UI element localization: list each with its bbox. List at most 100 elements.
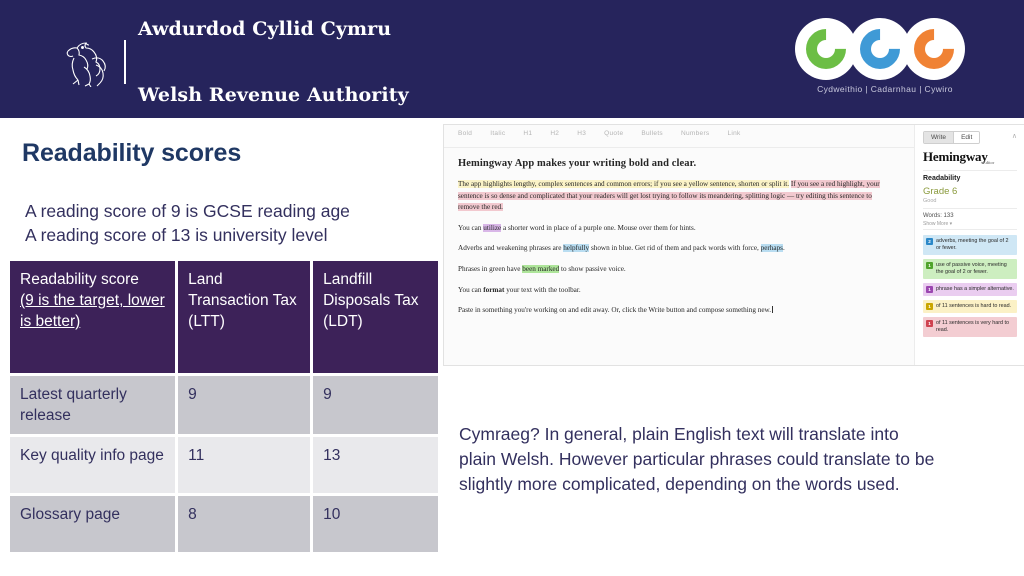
- hemingway-brand-subtitle: Editor: [983, 160, 995, 165]
- toolbar-italic-button[interactable]: Italic: [490, 130, 505, 137]
- stat-text: of 11 sentences is very hard to read.: [936, 320, 1010, 333]
- write-edit-toggle[interactable]: Write Edit: [923, 131, 981, 144]
- stat-count-badge: 1: [926, 303, 933, 310]
- p2-after-text: a shorter word in place of a purple one.…: [501, 223, 696, 232]
- row-value-ltt: 11: [178, 437, 311, 493]
- toolbar-h3-button[interactable]: H3: [577, 130, 586, 137]
- stat-text: adverbs, meeting the goal of 2 or fewer.: [936, 238, 1009, 251]
- p2-before-text: You can: [458, 223, 484, 232]
- hemingway-app-screenshot: Bold Italic H1 H2 H3 Quote Bullets Numbe…: [444, 125, 1024, 365]
- wra-wordmark: Awdurdod Cyllid Cymru Welsh Revenue Auth…: [138, 0, 409, 150]
- readability-scores-table: Readability score (9 is the target, lowe…: [7, 258, 441, 555]
- column-header-readability-score: Readability score (9 is the target, lowe…: [10, 261, 176, 373]
- row-value-ltt: 9: [178, 376, 311, 434]
- cymraeg-note-line-3: slightly more complicated, depending on …: [459, 474, 900, 494]
- toolbar-h2-button[interactable]: H2: [550, 130, 559, 137]
- p3-after-text: .: [782, 244, 785, 253]
- p3-mid-text: shown in blue. Get rid of them and pack …: [589, 244, 761, 253]
- highlight-purple-word: utilize: [483, 223, 502, 232]
- sidebar-divider: [923, 229, 1017, 230]
- wra-title-english: Welsh Revenue Authority: [138, 84, 409, 106]
- p6-text: Paste in something you're working on and…: [458, 306, 772, 315]
- stat-card-simpler-alternative: 1 phrase has a simpler alternative.: [923, 283, 1017, 296]
- bold-word-format: format: [483, 285, 505, 294]
- show-more-link[interactable]: Show More ▾: [923, 221, 952, 227]
- document-paragraph-3: Adverbs and weakening phrases are helpfu…: [458, 243, 888, 255]
- ccc-circle-blue: [849, 18, 911, 80]
- ccc-tagline: Cydweithio | Cadarnhau | Cywiro: [817, 84, 953, 94]
- intro-line-2: A reading score of 13 is university leve…: [25, 225, 328, 245]
- stat-text: phrase has a simpler alternative.: [936, 286, 1014, 292]
- toolbar-bold-button[interactable]: Bold: [458, 130, 472, 137]
- stat-card-hard-to-read: 1 of 11 sentences is hard to read.: [923, 300, 1017, 313]
- hemingway-editor-pane: Bold Italic H1 H2 H3 Quote Bullets Numbe…: [444, 125, 914, 365]
- readability-grade-value: Grade 6: [923, 186, 958, 197]
- cymraeg-note-line-2: plain Welsh. However particular phrases …: [459, 449, 935, 469]
- sidebar-divider: [923, 208, 1017, 209]
- sidebar-divider: [923, 170, 1017, 171]
- header-label-note: (9 is the target, lower is better): [20, 292, 165, 330]
- toolbar-numbers-button[interactable]: Numbers: [681, 130, 709, 137]
- stat-count-badge: 1: [926, 320, 933, 327]
- hemingway-brand-title: Hemingway: [923, 149, 988, 164]
- hemingway-toolbar: Bold Italic H1 H2 H3 Quote Bullets Numbe…: [458, 130, 898, 137]
- column-header-ldt: Landfill Disposals Tax (LDT): [313, 261, 438, 373]
- stat-text: of 11 sentences is hard to read.: [936, 303, 1012, 309]
- hemingway-stats-list: 2 adverbs, meeting the goal of 2 or fewe…: [923, 235, 1017, 341]
- hemingway-document-body[interactable]: Hemingway App makes your writing bold an…: [458, 158, 888, 326]
- stat-count-badge: 2: [926, 238, 933, 245]
- toolbar-h1-button[interactable]: H1: [523, 130, 532, 137]
- table-row: Latest quarterly release 9 9: [10, 376, 438, 434]
- row-value-ldt: 9: [313, 376, 438, 434]
- stat-card-passive-voice: 1 use of passive voice, meeting the goal…: [923, 259, 1017, 279]
- toolbar-bullets-button[interactable]: Bullets: [641, 130, 663, 137]
- page-title: Readability scores: [22, 139, 242, 167]
- welsh-dragon-icon: [66, 42, 106, 87]
- p4-before-text: Phrases in green have: [458, 264, 523, 273]
- edit-mode-button[interactable]: Edit: [953, 132, 980, 143]
- text-caret: [772, 306, 774, 314]
- ccc-circle-green: [795, 18, 857, 80]
- header-band: Awdurdod Cyllid Cymru Welsh Revenue Auth…: [0, 0, 1024, 118]
- ccc-circle-orange: [903, 18, 965, 80]
- p3-before-text: Adverbs and weakening phrases are: [458, 244, 564, 253]
- document-paragraph-1: The app highlights lengthy, complex sent…: [458, 179, 888, 214]
- stat-card-very-hard-to-read: 1 of 11 sentences is very hard to read.: [923, 317, 1017, 337]
- stat-count-badge: 1: [926, 286, 933, 293]
- cymraeg-note: Cymraeg? In general, plain English text …: [459, 422, 1015, 497]
- document-heading: Hemingway App makes your writing bold an…: [458, 158, 697, 169]
- row-value-ldt: 13: [313, 437, 438, 493]
- highlight-blue-adverb-2: perhaps: [760, 244, 783, 253]
- ccc-c-green-icon: [797, 20, 855, 78]
- table-header-row: Readability score (9 is the target, lowe…: [10, 261, 438, 373]
- toolbar-divider: [444, 147, 914, 148]
- p5-after-text: your text with the toolbar.: [504, 285, 581, 294]
- ccc-c-orange-icon: [905, 20, 963, 78]
- row-label: Glossary page: [10, 496, 176, 552]
- readability-grade-note: Good: [923, 198, 937, 204]
- document-paragraph-4: Phrases in green have been marked to sho…: [458, 264, 888, 276]
- stat-count-badge: 1: [926, 262, 933, 269]
- word-count: Words: 133: [923, 213, 954, 219]
- row-value-ltt: 8: [178, 496, 311, 552]
- row-value-ldt: 10: [313, 496, 438, 552]
- hemingway-sidebar: Write Edit ∧ Hemingway Editor Readabilit…: [914, 125, 1024, 365]
- table-row: Key quality info page 11 13: [10, 437, 438, 493]
- stat-card-adverbs: 2 adverbs, meeting the goal of 2 or fewe…: [923, 235, 1017, 255]
- stat-text: use of passive voice, meeting the goal o…: [936, 262, 1007, 275]
- cymraeg-note-line-1: Cymraeg? In general, plain English text …: [459, 424, 899, 444]
- ccc-logo: Cydweithio | Cadarnhau | Cywiro: [795, 18, 975, 104]
- wra-title-welsh: Awdurdod Cyllid Cymru: [138, 18, 392, 40]
- column-header-ltt: Land Transaction Tax (LTT): [178, 261, 311, 373]
- write-mode-button[interactable]: Write: [924, 132, 954, 143]
- header-label-main: Readability score: [20, 271, 139, 288]
- highlight-blue-adverb-1: helpfully: [563, 244, 590, 253]
- intro-line-1: A reading score of 9 is GCSE reading age: [25, 201, 350, 221]
- wra-logo: Awdurdod Cyllid Cymru Welsh Revenue Auth…: [62, 18, 409, 106]
- p4-after-text: to show passive voice.: [559, 264, 626, 273]
- toolbar-quote-button[interactable]: Quote: [604, 130, 623, 137]
- toolbar-link-button[interactable]: Link: [727, 130, 740, 137]
- chevron-up-icon[interactable]: ∧: [1012, 132, 1017, 140]
- highlight-green-passive: been marked: [522, 264, 560, 273]
- highlight-yellow-sentence: The app highlights lengthy, complex sent…: [458, 180, 790, 188]
